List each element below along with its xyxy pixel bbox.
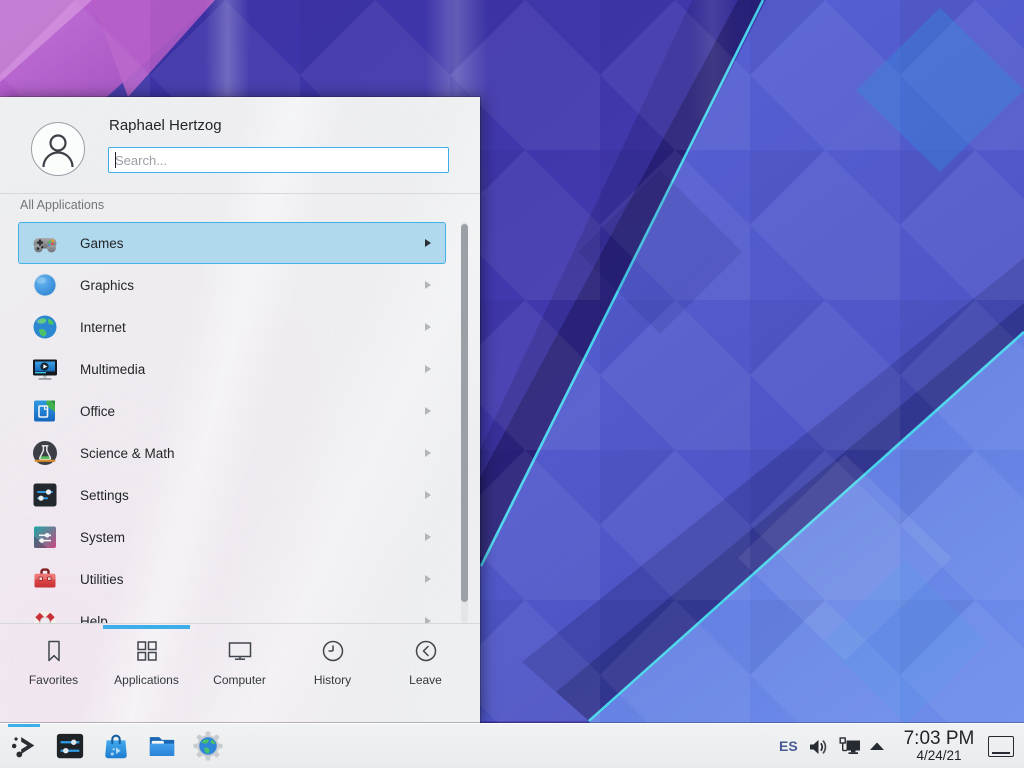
clock-date: 4/24/21 bbox=[895, 749, 983, 763]
category-item-utilities[interactable]: Utilities bbox=[18, 558, 446, 600]
sphere-icon bbox=[31, 271, 59, 299]
category-item-settings[interactable]: Settings bbox=[18, 474, 446, 516]
category-item-help[interactable]: Help bbox=[18, 600, 446, 623]
user-name: Raphael Hertzog bbox=[109, 117, 222, 134]
application-launcher-icon[interactable] bbox=[9, 731, 39, 761]
grid-icon bbox=[132, 636, 162, 666]
category-label: Science & Math bbox=[80, 446, 425, 461]
gamepad-icon bbox=[31, 229, 59, 257]
user-avatar[interactable] bbox=[31, 122, 85, 176]
category-label: Internet bbox=[80, 320, 425, 335]
tab-label: Applications bbox=[114, 673, 179, 687]
monitor-play-icon bbox=[31, 355, 59, 383]
category-item-system[interactable]: System bbox=[18, 516, 446, 558]
category-label: Help bbox=[80, 614, 425, 624]
sliders-dark-icon bbox=[31, 481, 59, 509]
category-label: Graphics bbox=[80, 278, 425, 293]
submenu-arrow-icon bbox=[425, 449, 431, 457]
leave-icon bbox=[411, 636, 441, 666]
submenu-arrow-icon bbox=[425, 491, 431, 499]
documents-icon bbox=[31, 397, 59, 425]
submenu-arrow-icon bbox=[425, 533, 431, 541]
category-item-science-math[interactable]: Science & Math bbox=[18, 432, 446, 474]
user-icon bbox=[32, 123, 84, 175]
desktop: Raphael Hertzog All Applications bbox=[0, 0, 1024, 768]
submenu-arrow-icon bbox=[425, 365, 431, 373]
globe-icon bbox=[31, 313, 59, 341]
lifebuoy-icon bbox=[31, 607, 59, 623]
digital-clock[interactable]: 7:03 PM 4/24/21 bbox=[895, 729, 983, 763]
web-browser-icon[interactable] bbox=[193, 731, 223, 761]
clock-icon bbox=[318, 636, 348, 666]
category-label: Settings bbox=[80, 488, 425, 503]
launcher-active-indicator bbox=[8, 724, 40, 727]
category-item-office[interactable]: Office bbox=[18, 390, 446, 432]
category-item-games[interactable]: Games bbox=[18, 222, 446, 264]
clock-time: 7:03 PM bbox=[895, 729, 983, 749]
show-desktop-widget[interactable] bbox=[988, 736, 1014, 757]
sliders-color-icon bbox=[31, 523, 59, 551]
category-list: Games Graphics bbox=[0, 222, 480, 623]
search-input[interactable] bbox=[108, 147, 449, 173]
submenu-arrow-icon bbox=[425, 281, 431, 289]
tab-leave[interactable]: Leave bbox=[379, 636, 472, 687]
search-field-wrap bbox=[108, 147, 449, 173]
volume-icon[interactable] bbox=[806, 735, 830, 759]
taskbar: ES 7:03 PM 4/24/21 bbox=[0, 723, 1024, 768]
category-item-internet[interactable]: Internet bbox=[18, 306, 446, 348]
tab-label: Leave bbox=[409, 673, 442, 687]
submenu-arrow-icon bbox=[425, 323, 431, 331]
network-wired-icon[interactable] bbox=[837, 735, 863, 759]
launcher-header: Raphael Hertzog bbox=[0, 97, 480, 194]
category-label: Office bbox=[80, 404, 425, 419]
launcher-tab-bar: Favorites Applications Computer bbox=[0, 623, 480, 724]
section-label: All Applications bbox=[20, 198, 104, 212]
category-label: System bbox=[80, 530, 425, 545]
category-item-multimedia[interactable]: Multimedia bbox=[18, 348, 446, 390]
category-label: Games bbox=[80, 236, 425, 251]
monitor-icon bbox=[225, 636, 255, 666]
tab-favorites[interactable]: Favorites bbox=[7, 636, 100, 687]
expand-tray-caret-icon[interactable] bbox=[868, 739, 886, 753]
tab-computer[interactable]: Computer bbox=[193, 636, 286, 687]
submenu-arrow-icon bbox=[425, 239, 431, 247]
category-item-graphics[interactable]: Graphics bbox=[18, 264, 446, 306]
discover-store-icon[interactable] bbox=[101, 731, 131, 761]
keyboard-layout-indicator[interactable]: ES bbox=[779, 738, 798, 754]
toolbox-icon bbox=[31, 565, 59, 593]
category-label: Utilities bbox=[80, 572, 425, 587]
scrollbar-thumb[interactable] bbox=[461, 224, 468, 602]
file-manager-icon[interactable] bbox=[147, 731, 177, 761]
tab-label: History bbox=[314, 673, 351, 687]
application-launcher-menu: Raphael Hertzog All Applications bbox=[0, 97, 480, 723]
system-settings-icon[interactable] bbox=[55, 731, 85, 761]
submenu-arrow-icon bbox=[425, 407, 431, 415]
tab-history[interactable]: History bbox=[286, 636, 379, 687]
submenu-arrow-icon bbox=[425, 575, 431, 583]
category-label: Multimedia bbox=[80, 362, 425, 377]
active-tab-indicator bbox=[103, 625, 190, 629]
tab-label: Favorites bbox=[29, 673, 78, 687]
tab-label: Computer bbox=[213, 673, 266, 687]
tab-applications[interactable]: Applications bbox=[100, 636, 193, 687]
bookmark-icon bbox=[39, 636, 69, 666]
flask-icon bbox=[31, 439, 59, 467]
text-caret bbox=[115, 152, 116, 168]
